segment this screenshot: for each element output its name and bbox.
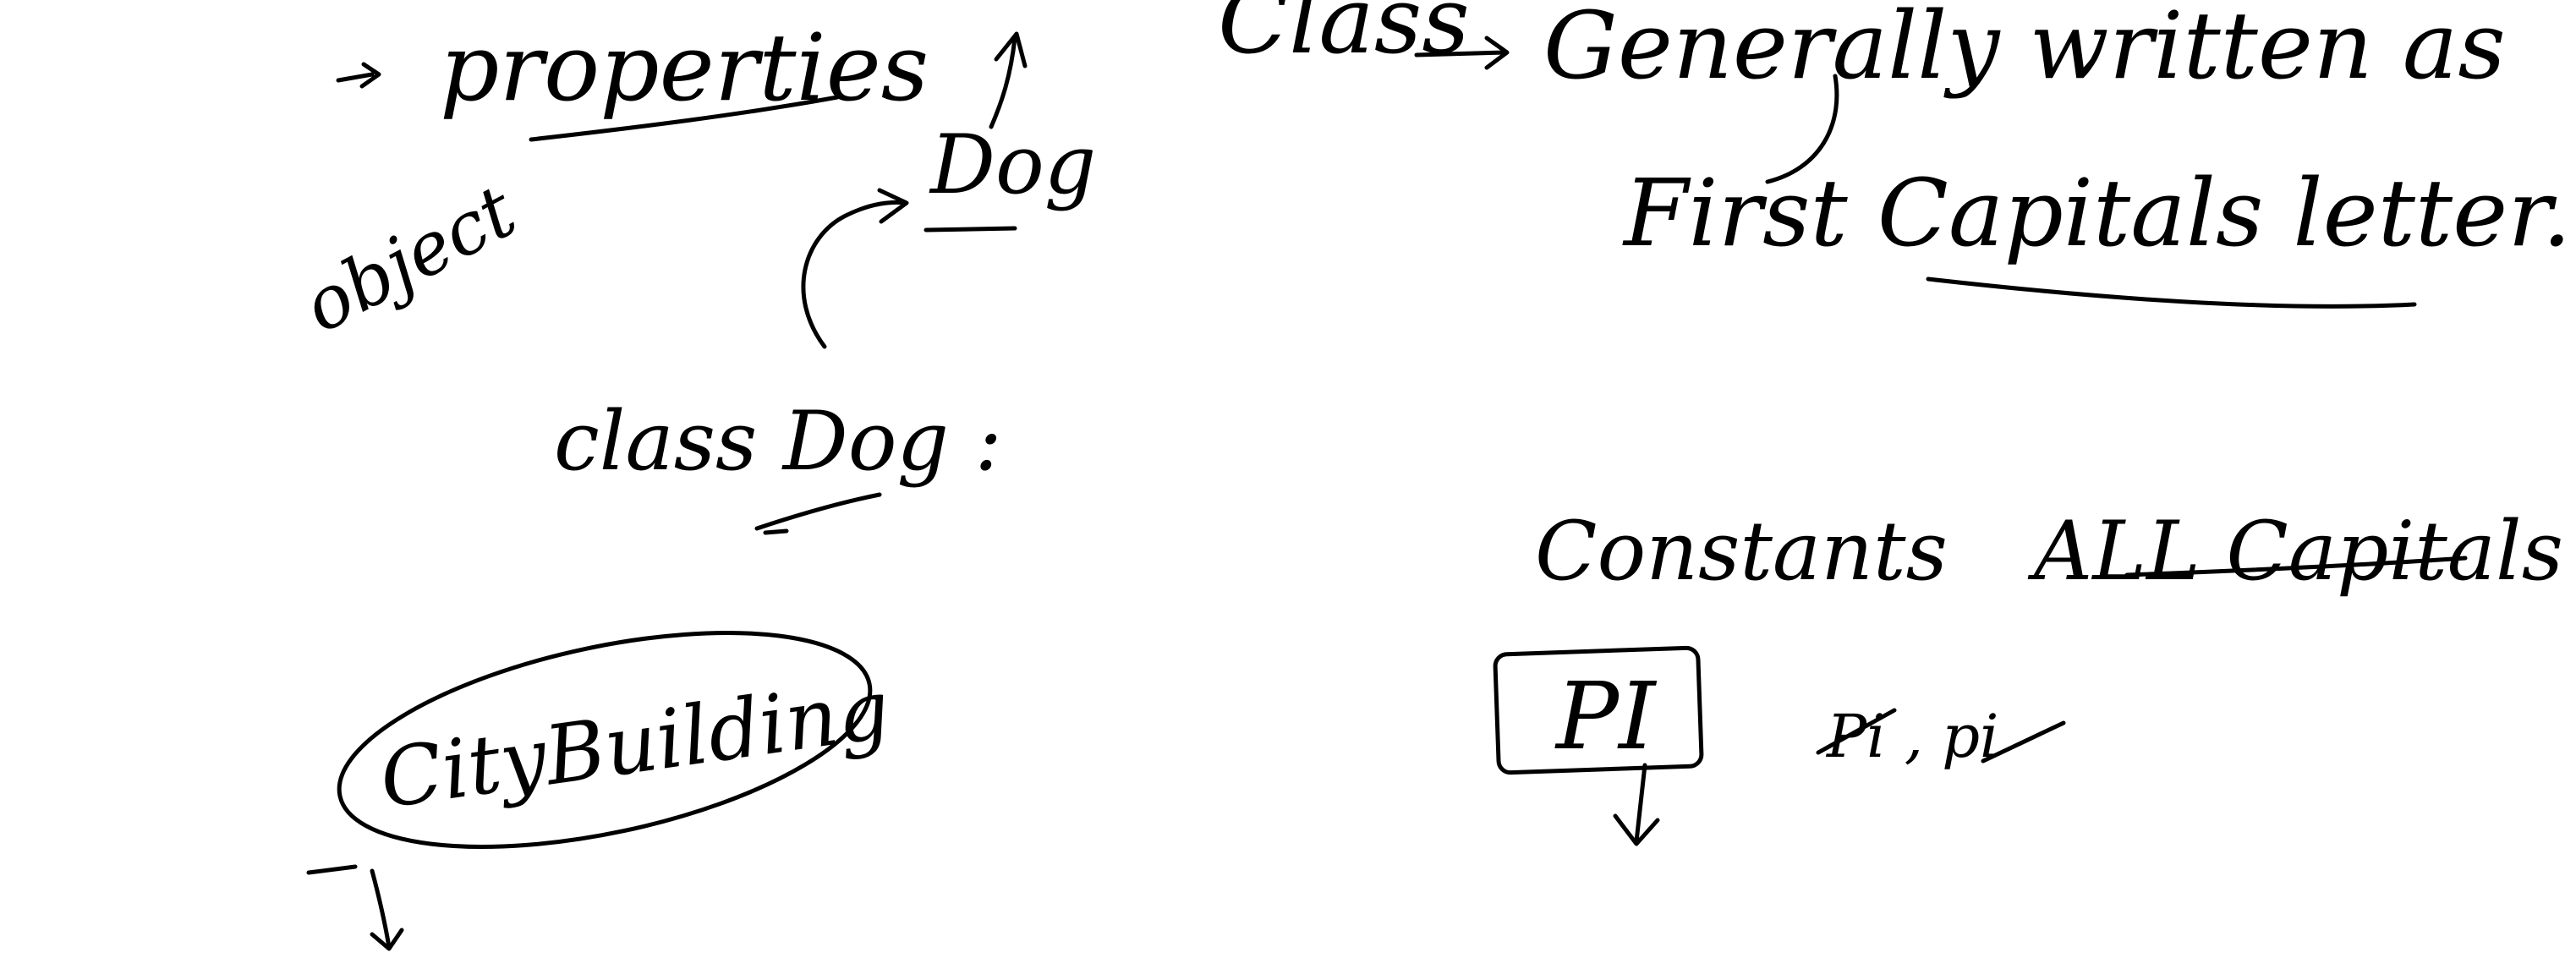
class-dog-underline xyxy=(754,492,882,531)
dog-top-text: Dog xyxy=(929,118,1096,212)
constants-text: Constants xyxy=(1535,504,1948,599)
city-building-text: CityBuilding xyxy=(375,662,896,827)
pi-down-arrow xyxy=(1613,763,1660,846)
class-dog-tick xyxy=(763,528,789,535)
curved-arrow xyxy=(801,188,909,349)
pi-variants-group: Pi , pi xyxy=(1816,702,2066,771)
first-capital-letter-text: First Capitals letter. xyxy=(1622,159,2572,267)
properties-arrow xyxy=(336,62,381,89)
dog-up-arrow xyxy=(989,31,1028,129)
handwritten-notes: properties object Dog class Dog : CityBu… xyxy=(290,0,2572,951)
dog-top-underline xyxy=(924,226,1017,233)
capitals-underline xyxy=(1926,276,2417,309)
whiteboard-canvas: properties object Dog class Dog : CityBu… xyxy=(0,0,2576,958)
properties-text: properties xyxy=(440,14,929,122)
class-dog-text: class Dog : xyxy=(554,394,1002,489)
city-building-down-arrow xyxy=(306,864,404,951)
pi-text: PI xyxy=(1554,662,1658,770)
all-capitals-text: ALL Capitals xyxy=(2027,504,2563,599)
generally-written-as-text: Generally written as xyxy=(1543,0,2506,100)
class-label-text: Class xyxy=(1218,0,1470,74)
object-text: object xyxy=(290,169,529,350)
